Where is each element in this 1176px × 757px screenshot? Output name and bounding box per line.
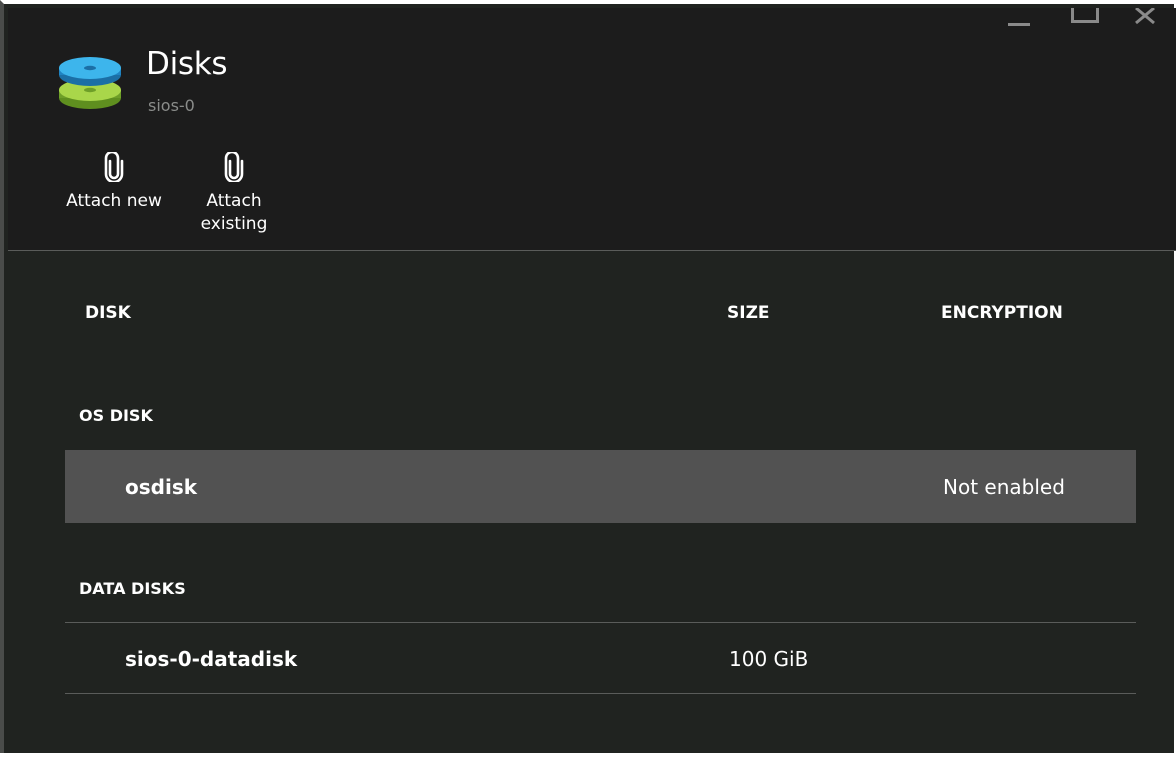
- attach-existing-button[interactable]: Attach existing: [188, 152, 280, 236]
- disks-blade: Disks sios-0 Attach new Attach existing …: [0, 0, 1176, 753]
- disk-name: osdisk: [125, 475, 198, 499]
- section-label-os-disk: OS DISK: [79, 406, 153, 425]
- disk-size: 100 GiB: [729, 647, 809, 671]
- attach-new-button[interactable]: Attach new: [56, 152, 172, 213]
- table-row-osdisk[interactable]: osdisk Not enabled: [65, 450, 1136, 523]
- paperclip-icon: [104, 152, 124, 182]
- disks-table: DISK SIZE ENCRYPTION OS DISK osdisk Not …: [8, 251, 1176, 757]
- column-header-disk: DISK: [85, 303, 131, 323]
- disk-name: sios-0-datadisk: [125, 647, 298, 671]
- attach-existing-label-line2: existing: [200, 214, 268, 234]
- minimize-icon[interactable]: [1008, 8, 1038, 28]
- blade-subtitle: sios-0: [148, 96, 195, 115]
- table-row-datadisk[interactable]: sios-0-datadisk 100 GiB: [65, 622, 1136, 694]
- blade-title: Disks: [146, 46, 228, 82]
- maximize-icon[interactable]: [1071, 8, 1101, 28]
- column-header-size: SIZE: [727, 303, 770, 323]
- disk-encryption: Not enabled: [943, 475, 1065, 499]
- close-icon[interactable]: [1134, 8, 1164, 28]
- attach-new-label: Attach new: [66, 191, 162, 211]
- paperclip-icon: [224, 152, 244, 182]
- attach-existing-label-line1: Attach: [206, 191, 262, 211]
- disks-icon: [58, 56, 128, 114]
- section-label-data-disks: DATA DISKS: [79, 579, 186, 598]
- blade-header: Disks sios-0 Attach new Attach existing: [8, 8, 1176, 251]
- column-header-encryption: ENCRYPTION: [941, 303, 1063, 323]
